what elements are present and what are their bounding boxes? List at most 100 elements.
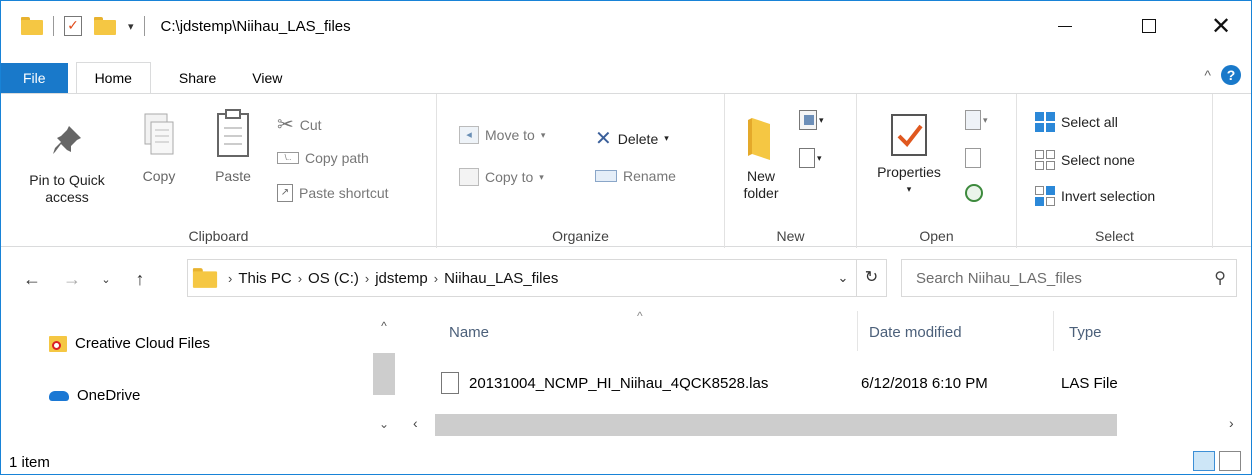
breadcrumb-os-c[interactable]: OS (C:) <box>308 270 359 287</box>
breadcrumb-jdstemp[interactable]: jdstemp <box>375 270 428 287</box>
copy-path-button[interactable]: \.. Copy path <box>277 150 369 166</box>
tab-home[interactable]: Home <box>75 62 151 93</box>
tab-share[interactable]: Share <box>161 63 234 93</box>
invert-selection-label: Invert selection <box>1061 188 1156 204</box>
divider <box>143 16 145 36</box>
minimize-ribbon-icon[interactable]: ^ <box>1204 67 1211 83</box>
cut-button[interactable]: ✂ Cut <box>277 112 322 137</box>
new-item-button[interactable]: ▾ <box>799 110 824 130</box>
forward-arrow-icon[interactable]: → <box>59 269 85 290</box>
file-list: ^ Name Date modified Type 20131004_NCMP_… <box>401 309 1251 447</box>
delete-button[interactable]: ✕ Delete ▾ <box>595 126 669 151</box>
divider <box>53 16 54 36</box>
open-icon <box>965 110 981 130</box>
window-controls: ✕ <box>1035 1 1251 51</box>
pin-label-line1: Pin to Quick <box>29 172 105 188</box>
scissors-icon: ✂ <box>277 114 294 136</box>
address-dropdown-icon[interactable]: ⌄ <box>830 270 856 286</box>
copy-label: Copy <box>142 168 176 184</box>
properties-label: Properties <box>877 164 941 180</box>
copy-to-button[interactable]: Copy to ▾ <box>459 168 544 186</box>
history-button[interactable] <box>965 184 983 202</box>
open-button[interactable]: ▾ <box>965 110 988 130</box>
paste-button[interactable]: Paste <box>205 108 261 185</box>
tab-view[interactable]: View <box>234 63 300 93</box>
paste-label: Paste <box>215 168 251 184</box>
easy-access-button[interactable]: ▾ <box>799 148 822 168</box>
breadcrumb-separator: › <box>228 270 233 286</box>
tab-file[interactable]: File <box>1 63 68 93</box>
help-icon[interactable]: ? <box>1221 65 1241 85</box>
maximize-icon <box>1142 19 1156 33</box>
paste-icon <box>217 109 249 157</box>
chevron-down-icon: ▾ <box>539 171 544 182</box>
details-view-icon[interactable] <box>1193 451 1215 471</box>
scroll-down-icon[interactable]: ⌄ <box>373 417 395 431</box>
file-list-horizontal-scrollbar[interactable]: ‹ › <box>401 413 1251 437</box>
minimize-button[interactable] <box>1035 1 1095 51</box>
chevron-down-icon: ▾ <box>983 114 988 125</box>
column-divider[interactable] <box>857 311 858 351</box>
scroll-left-icon[interactable]: ‹ <box>413 415 418 431</box>
select-none-button[interactable]: Select none <box>1035 150 1135 170</box>
search-box[interactable]: ⚲ <box>901 259 1237 297</box>
folder-icon <box>21 17 43 35</box>
column-header-type[interactable]: Type <box>1069 311 1102 353</box>
rename-button[interactable]: Rename <box>595 168 676 184</box>
scrollbar-thumb[interactable] <box>435 414 1117 436</box>
invert-selection-button[interactable]: Invert selection <box>1035 186 1155 206</box>
address-bar[interactable]: › This PC › OS (C:) › jdstemp › Niihau_L… <box>187 259 887 297</box>
column-divider[interactable] <box>1053 311 1054 351</box>
open-group-label: Open <box>919 228 954 244</box>
edit-button[interactable] <box>965 148 981 168</box>
properties-check-icon[interactable]: ✓ <box>64 16 82 36</box>
breadcrumb-this-pc[interactable]: This PC <box>238 270 291 287</box>
move-to-icon: ◂ <box>459 126 479 144</box>
clipboard-group-label: Clipboard <box>188 228 249 244</box>
select-all-button[interactable]: Select all <box>1035 112 1118 132</box>
search-icon: ⚲ <box>1214 270 1226 287</box>
nav-pane-scrollbar[interactable]: ^ ⌄ <box>373 311 395 447</box>
folder-icon <box>192 268 218 288</box>
chevron-down-icon: ▾ <box>819 114 824 125</box>
select-all-label: Select all <box>1061 114 1118 130</box>
properties-button[interactable]: Properties ▾ <box>863 112 955 198</box>
column-header-date-modified[interactable]: Date modified <box>869 311 962 353</box>
move-to-button[interactable]: ◂ Move to ▾ <box>459 126 545 144</box>
chevron-down-icon: ▾ <box>664 133 669 143</box>
large-icons-view-icon[interactable] <box>1219 451 1241 471</box>
breadcrumb-separator: › <box>297 270 303 286</box>
breadcrumb-niihau-las-files[interactable]: Niihau_LAS_files <box>444 270 558 287</box>
new-folder-icon[interactable] <box>94 17 116 35</box>
up-arrow-icon[interactable]: ↑ <box>127 269 153 290</box>
new-folder-button[interactable]: New folder <box>733 114 789 202</box>
scroll-right-icon[interactable]: › <box>1229 415 1234 431</box>
close-button[interactable]: ✕ <box>1191 1 1251 51</box>
nav-item-creative-cloud-files[interactable]: Creative Cloud Files <box>49 335 210 352</box>
history-icon <box>965 184 983 202</box>
copy-to-label: Copy to <box>485 169 534 185</box>
copy-button[interactable]: Copy <box>135 112 183 185</box>
scroll-up-icon[interactable]: ^ <box>373 319 395 333</box>
new-folder-label-line2: folder <box>743 185 779 201</box>
clipboard-group: Pin to Quick access Copy Paste ✂ Cut \..… <box>1 94 437 248</box>
chevron-down-icon: ▾ <box>540 129 546 140</box>
customize-quick-access-dropdown[interactable]: ▾ <box>128 20 134 33</box>
nav-item-onedrive[interactable]: OneDrive <box>49 387 140 404</box>
refresh-icon[interactable]: ↻ <box>856 260 886 296</box>
maximize-button[interactable] <box>1119 1 1179 51</box>
pin-to-quick-access-button[interactable]: Pin to Quick access <box>11 120 123 206</box>
nav-item-label: OneDrive <box>77 387 141 404</box>
search-input[interactable] <box>916 269 1196 287</box>
back-arrow-icon[interactable]: ← <box>19 269 45 290</box>
recent-locations-chevron-icon[interactable]: ⌄ <box>93 273 119 286</box>
status-bar: 1 item <box>1 449 1251 474</box>
file-row[interactable]: 20131004_NCMP_HI_Niihau_4QCK8528.las 6/1… <box>433 363 1251 403</box>
item-count: 1 item <box>9 453 50 471</box>
scrollbar-thumb[interactable] <box>373 353 395 395</box>
open-group: Properties ▾ ▾ Open <box>857 94 1017 248</box>
column-header-name[interactable]: Name <box>449 311 489 353</box>
delete-x-icon: ✕ <box>595 128 612 150</box>
ribbon-tabs: File Home Share View ^ ? <box>1 62 1251 93</box>
paste-shortcut-button[interactable]: ↗ Paste shortcut <box>277 184 389 202</box>
